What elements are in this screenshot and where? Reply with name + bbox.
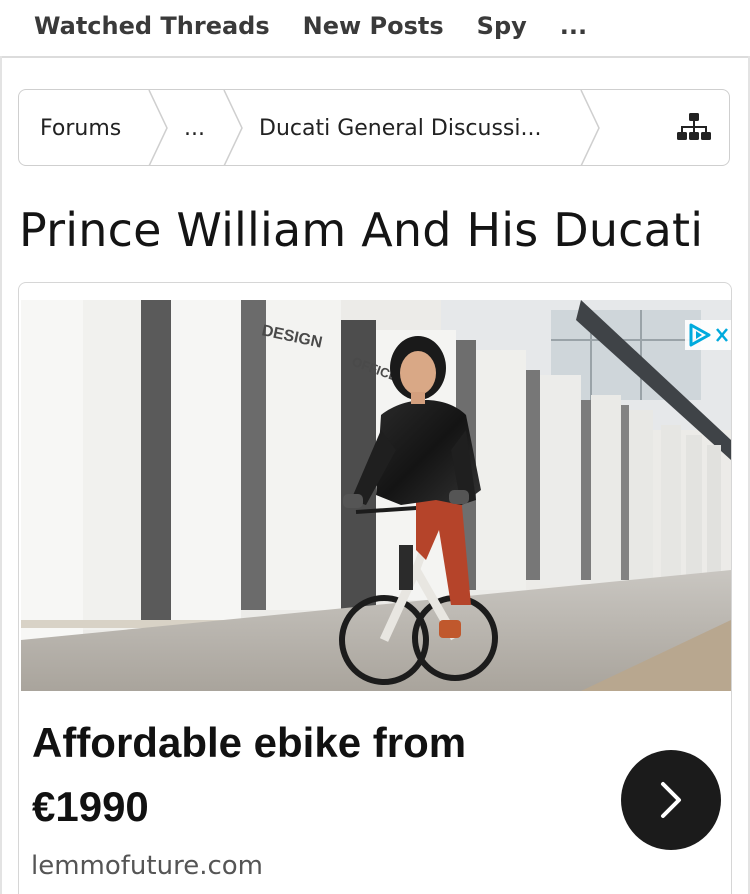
tab-new-posts[interactable]: New Posts bbox=[303, 12, 444, 40]
ad-domain[interactable]: lemmofuture.com bbox=[31, 851, 263, 881]
breadcrumb: Forums ... Ducati General Discussi... bbox=[18, 89, 730, 166]
tab-more[interactable]: ... bbox=[560, 12, 587, 40]
sitemap-icon[interactable] bbox=[677, 112, 711, 142]
ad-image[interactable]: DESIGN OFFICES bbox=[21, 300, 731, 691]
breadcrumb-forums[interactable]: Forums bbox=[40, 90, 121, 165]
breadcrumb-separator bbox=[223, 90, 243, 165]
page-title: Prince William And His Ducati bbox=[19, 203, 704, 257]
ad-cta-button[interactable] bbox=[621, 750, 721, 850]
ad-choices-badge[interactable] bbox=[685, 320, 731, 350]
breadcrumb-ducati-general[interactable]: Ducati General Discussi... bbox=[259, 90, 541, 165]
top-nav: Watched Threads New Posts Spy ... bbox=[0, 0, 750, 58]
frame-border-left bbox=[0, 56, 2, 894]
ad-card[interactable]: DESIGN OFFICES Affordable ebike from €19… bbox=[18, 282, 732, 894]
breadcrumb-ellipsis[interactable]: ... bbox=[184, 90, 205, 165]
ebike-photo: DESIGN OFFICES bbox=[21, 300, 731, 691]
ad-headline[interactable]: Affordable ebike from €1990 bbox=[32, 711, 592, 839]
forum-thread-page: Watched Threads New Posts Spy ... Forums… bbox=[0, 0, 750, 894]
breadcrumb-separator bbox=[148, 90, 168, 165]
tab-spy[interactable]: Spy bbox=[477, 12, 527, 40]
breadcrumb-separator bbox=[580, 90, 600, 165]
ad-choices-icon[interactable] bbox=[685, 320, 731, 350]
chevron-right-icon bbox=[661, 782, 681, 818]
tab-watched-threads[interactable]: Watched Threads bbox=[34, 12, 270, 40]
